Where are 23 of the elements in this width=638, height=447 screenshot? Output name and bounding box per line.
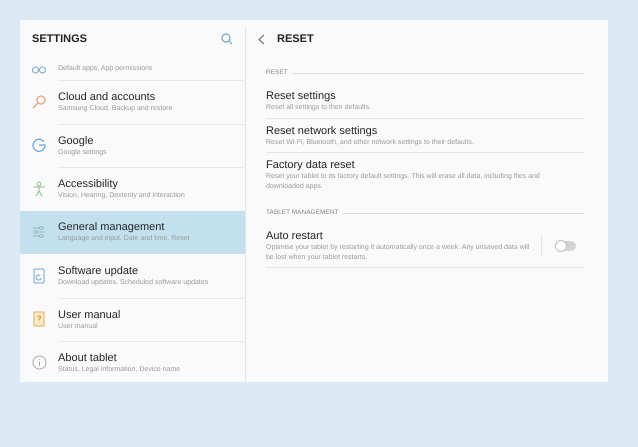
search-icon[interactable] [221,33,233,45]
option-title: Factory data reset [266,158,356,172]
item-title: Cloud and accounts [58,90,156,104]
option-title: Reset settings [266,89,337,103]
option-title: Auto restart [266,229,324,243]
google-g-icon [32,138,46,152]
apps-icon [32,64,46,74]
settings-title: SETTINGS [32,32,88,47]
info-icon [32,355,46,370]
item-title: Accessibility [58,177,119,192]
item-title: Software update [58,264,140,278]
item-title: About tablet [58,351,118,366]
phone-refresh-icon [33,268,45,284]
toggle-switch[interactable] [556,240,576,250]
sliders-icon [32,226,46,238]
item-title: User manual [58,308,122,322]
item-title: General management [58,220,166,234]
reset-title: RESET [277,32,314,47]
item-title: Google [58,134,94,148]
option-title: Reset network settings [266,124,378,138]
help-book-icon [33,311,45,328]
back-icon[interactable] [258,34,265,44]
person-icon [32,180,46,197]
